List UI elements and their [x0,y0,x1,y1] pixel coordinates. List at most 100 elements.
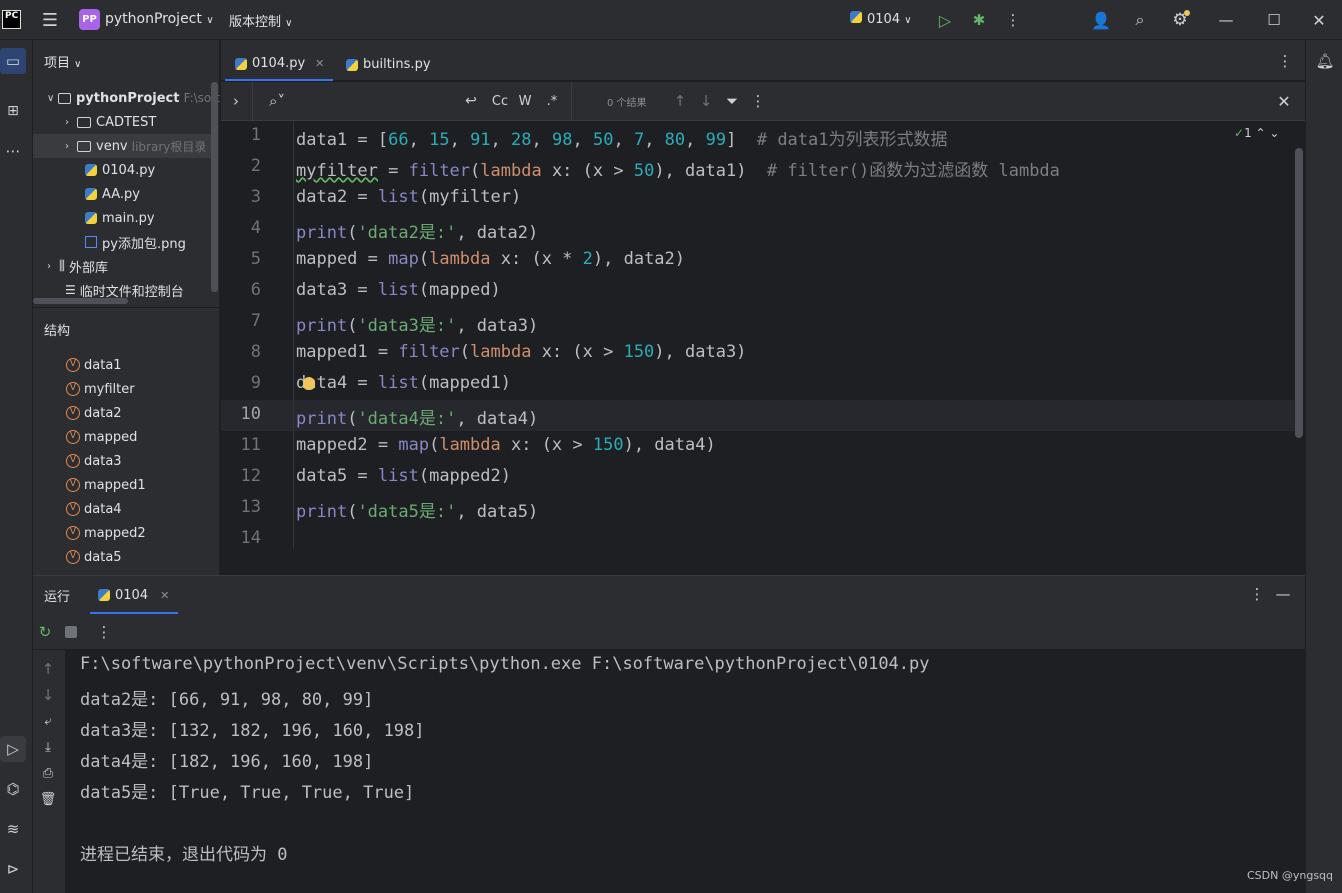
structure-tool-icon[interactable]: ⊞ [2,100,24,122]
folder-tool-icon[interactable]: ▭ [2,50,24,72]
tab-builtins-py[interactable]: builtins.py [346,48,446,81]
chevron-down-icon: ∨ [904,15,912,26]
run-icon[interactable]: ▷ [935,10,955,30]
run-toolbar [33,614,1305,650]
tab-close-icon[interactable]: ✕ [315,57,324,70]
code-line-5[interactable]: mapped = map(lambda x: (x * 2), data2) [296,249,685,269]
output-line-4: data4是: [182, 196, 160, 198] [80,752,374,772]
more-run-options-icon[interactable]: ⋮ [95,623,113,641]
run-tab-0104[interactable]: 0104 ✕ [90,578,178,614]
variable-icon: V [66,550,80,564]
main-menu-icon[interactable]: ☰ [40,10,60,31]
print-icon[interactable]: ⎙ [39,764,57,782]
code-line-9[interactable]: data4 = list(mapped1) [296,373,511,393]
run-options-icon[interactable]: ⋮ [1248,585,1266,603]
variable-icon: V [66,478,80,492]
folder-icon [77,116,91,128]
layers-icon[interactable]: ≋ [2,818,24,840]
close-find-icon[interactable]: ✕ [1275,92,1293,111]
folder-icon [77,140,91,152]
project-badge[interactable]: PP [79,9,100,30]
editor-scrollbar[interactable] [1295,148,1303,438]
code-line-3[interactable]: data2 = list(myfilter) [296,187,521,207]
tree-item-main-py[interactable]: main.py [33,206,220,230]
code-line-1[interactable]: data1 = [66, 15, 91, 28, 98, 50, 7, 80, … [296,125,948,150]
image-file-icon [85,236,97,248]
line-number: 4 [250,218,261,238]
python-file-icon [346,58,358,71]
variable-icon: V [66,358,80,372]
search-icon[interactable]: ⌕ [1130,10,1150,30]
code-line-8[interactable]: mapped1 = filter(lambda x: (x > 150), da… [296,342,746,362]
code-line-12[interactable]: data5 = list(mapped2) [296,466,511,486]
trash-icon[interactable]: 🗑︎ [39,790,57,808]
vcs-dropdown[interactable]: 版本控制 ∨ [229,11,292,30]
scroll-down-icon[interactable]: ↓ [39,686,57,704]
more-tools-icon[interactable]: ⋯ [2,140,24,162]
tree-item-cadtest[interactable]: › CADTEST [33,110,220,134]
lightbulb-icon[interactable] [303,377,315,390]
prev-match-icon[interactable]: ↑ [671,92,689,110]
notifications-bell-icon[interactable]: 🔔︎ [1314,50,1336,72]
minimize-icon[interactable]: — [1216,10,1236,30]
tree-item-venv[interactable]: › venv library根目录 [33,134,220,158]
project-scrollbar[interactable] [211,82,218,292]
variable-icon: V [66,406,80,420]
tab-close-icon[interactable]: ✕ [160,589,169,602]
code-line-11[interactable]: mapped2 = map(lambda x: (x > 150), data4… [296,435,716,455]
services-icon[interactable]: ⊳ [2,858,24,880]
line-number: 8 [250,342,261,362]
add-user-icon[interactable]: 👤 [1090,10,1112,30]
code-line-6[interactable]: data3 = list(mapped) [296,280,501,300]
output-line-2: data2是: [66, 91, 98, 80, 99] [80,690,374,710]
regex-toggle[interactable]: .* [542,92,562,110]
scroll-to-end-icon[interactable]: ⤓ [39,738,57,756]
code-line-10[interactable]: print('data4是:', data4) [296,404,538,429]
expand-replace-icon[interactable]: › [229,92,243,110]
line-number: 12 [240,466,261,486]
inspection-widget[interactable]: ✓1 ⌃ ⌄ [1234,126,1279,140]
line-number: 5 [250,249,261,269]
stop-icon[interactable] [65,626,77,638]
next-match-icon[interactable]: ↓ [697,92,715,110]
maximize-icon[interactable]: ☐ [1264,10,1284,30]
tab-0104-py[interactable]: 0104.py ✕ [225,48,333,81]
code-line-2[interactable]: myfilter = filter(lambda x: (x > 50), da… [296,156,1060,181]
new-line-icon[interactable]: ↩ [462,92,480,110]
watermark: CSDN @yngsqq [1247,869,1334,882]
run-config-dropdown[interactable]: 0104 ∨ [850,11,912,27]
chevron-right-icon: › [65,116,69,128]
project-h-scrollbar[interactable] [33,298,128,304]
python-file-icon [85,212,97,224]
debug-icon[interactable]: ✱ [969,10,989,30]
scroll-up-icon[interactable]: ↑ [39,660,57,678]
run-tool-icon[interactable]: ▷ [2,738,24,760]
whole-words-toggle[interactable]: W [516,92,534,110]
tree-item-pythonproject[interactable]: ∨ pythonProject F:\soft [33,86,220,110]
tree-item-0104-py[interactable]: 0104.py [33,158,220,182]
code-line-4[interactable]: print('data2是:', data2) [296,218,538,243]
close-window-icon[interactable]: ✕ [1309,10,1329,30]
line-number: 6 [250,280,261,300]
output-line-5: data5是: [True, True, True, True] [80,783,415,803]
project-name-dropdown[interactable]: pythonProject ∨ [105,11,214,27]
tree-item-aa-py[interactable]: AA.py [33,182,220,206]
hide-panel-icon[interactable]: — [1274,585,1292,603]
python-console-icon[interactable]: ⌬ [2,778,24,800]
find-options-icon[interactable]: ⋮ [749,92,767,110]
tree-item-external-libs[interactable]: › ⫼ 外部库 [33,254,220,278]
project-panel-header[interactable]: 项目 ∨ [44,52,81,71]
soft-wrap-icon[interactable]: ⤶ [39,712,57,730]
code-line-7[interactable]: print('data3是:', data3) [296,311,538,336]
more-actions-icon[interactable]: ⋮ [1003,10,1023,30]
filter-icon[interactable]: ⏷ [723,92,741,110]
rerun-icon[interactable]: ↻ [36,623,54,641]
search-history-icon[interactable]: ⌕˅ [266,92,288,110]
tree-item-png[interactable]: py添加包.png [33,230,220,254]
tab-options-icon[interactable]: ⋮ [1276,52,1294,70]
match-case-toggle[interactable]: Cc [489,92,511,110]
chevron-right-icon: › [65,140,69,152]
code-line-13[interactable]: print('data5是:', data5) [296,497,538,522]
run-panel-title: 运行 [44,590,71,605]
find-input[interactable] [290,88,450,114]
